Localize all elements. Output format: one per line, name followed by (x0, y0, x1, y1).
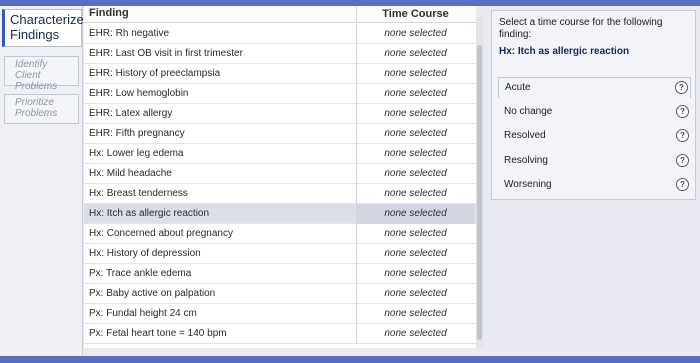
time-course-cell[interactable]: none selected (356, 204, 474, 224)
time-course-option-label: Worsening (504, 179, 552, 190)
table-row[interactable]: Hx: Mild headache none selected (84, 164, 476, 184)
time-course-cell[interactable]: none selected (356, 64, 474, 84)
time-course-option[interactable]: No change? (498, 102, 691, 123)
table-row[interactable]: EHR: Latex allergy none selected (84, 104, 476, 124)
table-body: EHR: Rh negative none selected EHR: Last O… (84, 24, 476, 344)
table-row[interactable]: Hx: Concerned about pregnancy none select… (84, 224, 476, 244)
finding-cell: Hx: History of depression (89, 248, 201, 259)
time-course-cell[interactable]: none selected (356, 104, 474, 124)
table-header: Finding Time Course (84, 6, 476, 23)
finding-cell: EHR: Rh negative (89, 28, 170, 39)
time-course-option[interactable]: Worsening? (498, 175, 691, 196)
table-row[interactable]: EHR: Rh negative none selected (84, 24, 476, 44)
table-row[interactable]: EHR: Fifth pregnancy none selected (84, 124, 476, 144)
time-course-panel: Select a time course for the following f… (491, 10, 696, 200)
finding-cell: Px: Baby active on palpation (89, 288, 216, 299)
help-icon[interactable]: ? (676, 129, 689, 142)
finding-cell: Px: Trace ankle edema (89, 268, 192, 279)
table-row[interactable]: Hx: History of depression none selected (84, 244, 476, 264)
time-course-cell[interactable]: none selected (356, 244, 474, 264)
table-row[interactable]: Hx: Breast tenderness none selected (84, 184, 476, 204)
time-course-cell[interactable]: none selected (356, 284, 474, 304)
help-icon[interactable]: ? (676, 178, 689, 191)
finding-cell: Px: Fundal height 24 cm (89, 308, 197, 319)
time-course-cell[interactable]: none selected (356, 84, 474, 104)
time-course-option-label: Resolving (504, 155, 548, 166)
bottom-bar (0, 356, 700, 363)
finding-cell: EHR: Fifth pregnancy (89, 128, 185, 139)
time-course-cell[interactable]: none selected (356, 264, 474, 284)
table-row[interactable]: EHR: Low hemoglobin none selected (84, 84, 476, 104)
time-course-option-label: Resolved (504, 130, 546, 141)
finding-cell: Px: Fetal heart tone = 140 bpm (89, 328, 227, 339)
nav-item-prioritize-problems[interactable]: Prioritize Problems (4, 94, 79, 124)
column-header-finding: Finding (89, 7, 129, 19)
nav-item-identify-client-problems[interactable]: Identify Client Problems (4, 56, 79, 92)
time-course-cell[interactable]: none selected (356, 144, 474, 164)
finding-cell: Hx: Mild headache (89, 168, 172, 179)
time-course-cell[interactable]: none selected (356, 124, 474, 144)
finding-cell: Hx: Concerned about pregnancy (89, 228, 233, 239)
finding-cell: EHR: History of preeclampsia (89, 68, 221, 79)
time-course-cell[interactable]: none selected (356, 224, 474, 244)
panel-prompt: Select a time course for the following f… (499, 17, 663, 40)
time-course-cell[interactable]: none selected (356, 24, 474, 44)
time-course-cell[interactable]: none selected (356, 324, 474, 344)
table-row[interactable]: EHR: Last OB visit in first trimester non… (84, 44, 476, 64)
time-course-cell[interactable]: none selected (356, 184, 474, 204)
time-course-cell[interactable]: none selected (356, 304, 474, 324)
table-row[interactable]: Px: Baby active on palpation none selecte… (84, 284, 476, 304)
nav-item-characterize-findings[interactable]: Characterize Findings (2, 9, 84, 47)
help-icon[interactable]: ? (676, 105, 689, 118)
finding-cell: EHR: Latex allergy (89, 108, 173, 119)
table-row[interactable]: Px: Fundal height 24 cm none selected (84, 304, 476, 324)
finding-cell: Hx: Itch as allergic reaction (89, 208, 210, 219)
time-course-cell[interactable]: none selected (356, 44, 474, 64)
table-row[interactable]: EHR: History of preeclampsia none selecte… (84, 64, 476, 84)
column-header-time-course: Time Course (356, 6, 474, 23)
table-row[interactable]: Hx: Itch as allergic reaction none select… (84, 204, 476, 224)
time-course-option-label: Acute (505, 82, 531, 93)
finding-cell: Hx: Lower leg edema (89, 148, 184, 159)
findings-table: Finding Time Course EHR: Rh negative none… (84, 6, 476, 348)
finding-cell: EHR: Last OB visit in first trimester (89, 48, 243, 59)
help-icon[interactable]: ? (676, 154, 689, 167)
time-course-cell[interactable]: none selected (356, 164, 474, 184)
table-row[interactable]: Px: Trace ankle edema none selected (84, 264, 476, 284)
finding-cell: EHR: Low hemoglobin (89, 88, 189, 99)
finding-cell: Hx: Breast tenderness (89, 188, 188, 199)
table-row[interactable]: Px: Fetal heart tone = 140 bpm none selec… (84, 324, 476, 344)
time-course-option[interactable]: Acute? (498, 77, 691, 98)
left-nav: Characterize Findings Identify Client Pr… (0, 6, 84, 356)
table-scrollbar-thumb[interactable] (477, 45, 482, 340)
time-course-option-label: No change (504, 106, 553, 117)
table-row[interactable]: Hx: Lower leg edema none selected (84, 144, 476, 164)
time-course-option[interactable]: Resolving? (498, 151, 691, 172)
help-icon[interactable]: ? (675, 81, 688, 94)
time-course-option[interactable]: Resolved? (498, 126, 691, 147)
panel-selected-finding: Hx: Itch as allergic reaction (499, 46, 630, 57)
